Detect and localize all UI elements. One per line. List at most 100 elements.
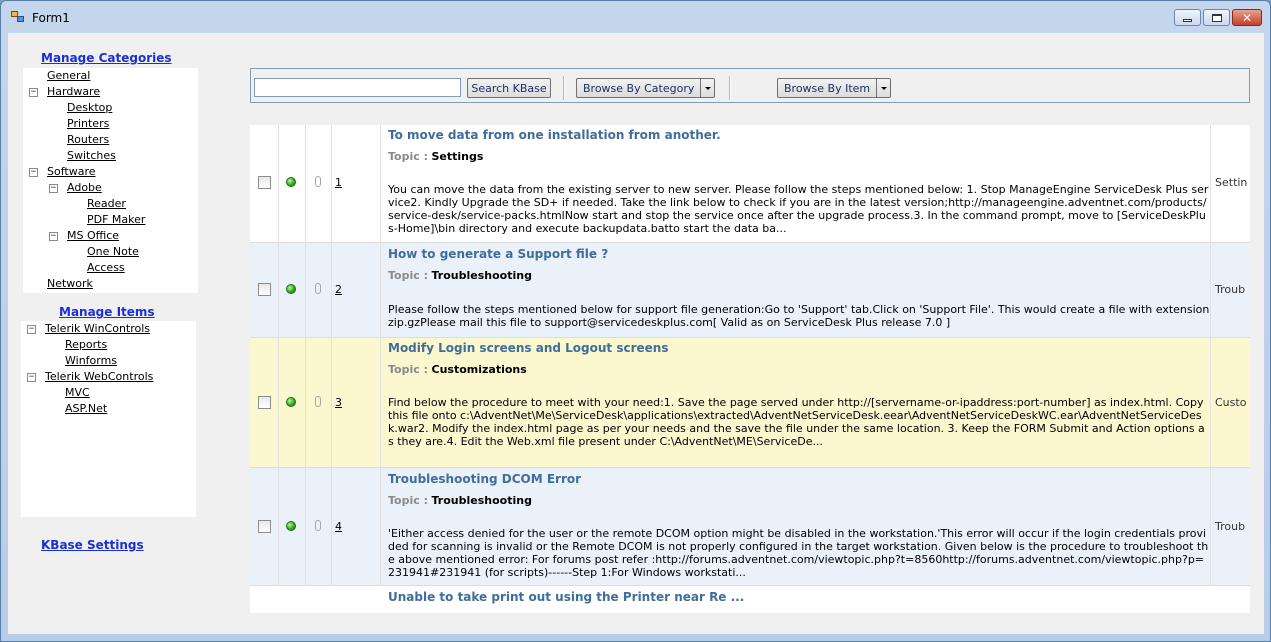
tree-node-general: General: [47, 69, 90, 85]
tree-label-general[interactable]: General: [47, 69, 90, 82]
tree-label-reader[interactable]: Reader: [87, 197, 126, 210]
article-title[interactable]: To move data from one installation from …: [388, 128, 721, 142]
window-controls: ✕: [1174, 9, 1262, 26]
row-checkbox[interactable]: [258, 520, 271, 533]
topic-label: Topic :: [388, 494, 428, 507]
item-tree: − Telerik WinControls Reports Winforms −…: [21, 321, 196, 517]
tree-label-telerik-webcontrols[interactable]: Telerik WebControls: [45, 370, 153, 383]
table-row[interactable]: 1 To move data from one installation fro…: [250, 125, 1250, 243]
tree-label-telerik-wincontrols[interactable]: Telerik WinControls: [45, 322, 150, 335]
minimize-button[interactable]: [1174, 9, 1201, 26]
browse-by-item-dropdown[interactable]: Browse By Item: [777, 78, 892, 98]
status-icon: [286, 521, 296, 531]
tree-label-routers[interactable]: Routers: [67, 133, 109, 146]
browse-by-category-dropdown[interactable]: Browse By Category: [576, 78, 716, 98]
category-tree: General − Hardware Desktop Printers Rout…: [23, 68, 198, 293]
attachment-icon[interactable]: [315, 520, 321, 531]
tree-node-pdf-maker: PDF Maker: [87, 213, 145, 229]
article-title[interactable]: How to generate a Support file ?: [388, 247, 608, 261]
article-number-link[interactable]: 1: [335, 176, 342, 189]
table-row[interactable]: 4 Troubleshooting DCOM Error Topic : Tro…: [250, 468, 1250, 586]
browse-by-category-arrow[interactable]: [701, 78, 716, 98]
tree-label-desktop[interactable]: Desktop: [67, 101, 112, 114]
expand-collapse-icon[interactable]: −: [49, 232, 58, 241]
article-title[interactable]: Unable to take print out using the Print…: [388, 590, 744, 604]
attachment-icon[interactable]: [315, 396, 321, 407]
tree-label-switches[interactable]: Switches: [67, 149, 116, 162]
article-number-link[interactable]: 4: [335, 520, 342, 533]
tree-label-aspnet[interactable]: ASP.Net: [65, 402, 107, 415]
table-row[interactable]: Unable to take print out using the Print…: [250, 586, 1250, 613]
search-kbase-button[interactable]: Search KBase: [467, 78, 551, 98]
close-button[interactable]: ✕: [1232, 9, 1262, 26]
search-input[interactable]: [254, 78, 461, 97]
maximize-icon: [1211, 13, 1222, 22]
kbase-article-grid: 1 To move data from one installation fro…: [250, 125, 1250, 613]
tree-node-ms-office: MS Office: [67, 229, 119, 245]
tree-label-software[interactable]: Software: [47, 165, 96, 178]
browse-by-item-button[interactable]: Browse By Item: [777, 78, 878, 98]
row-checkbox[interactable]: [258, 283, 271, 296]
close-icon: ✕: [1241, 10, 1253, 25]
tree-node-mvc: MVC: [65, 386, 90, 402]
tree-label-mvc[interactable]: MVC: [65, 386, 90, 399]
tree-label-network[interactable]: Network: [47, 277, 93, 290]
tree-label-adobe[interactable]: Adobe: [67, 181, 102, 194]
topic-value: Settings: [431, 150, 484, 163]
maximize-button[interactable]: [1203, 9, 1230, 26]
row-checkbox[interactable]: [258, 396, 271, 409]
tree-node-aspnet: ASP.Net: [65, 402, 107, 418]
expand-collapse-icon[interactable]: −: [27, 373, 36, 382]
dropdown-arrow-icon: [704, 86, 711, 90]
article-number-link[interactable]: 3: [335, 396, 342, 409]
manage-categories-link[interactable]: Manage Categories: [41, 51, 172, 65]
tree-label-one-note[interactable]: One Note: [87, 245, 139, 258]
status-icon: [286, 397, 296, 407]
row-checkbox[interactable]: [258, 176, 271, 189]
search-toolbar: Search KBase Browse By Category Browse B…: [250, 68, 1250, 103]
title-bar[interactable]: Form1 ✕: [1, 1, 1270, 33]
browse-by-item-arrow[interactable]: [877, 78, 892, 98]
article-topic: Topic : Troubleshooting: [388, 494, 532, 507]
article-title[interactable]: Troubleshooting DCOM Error: [388, 472, 581, 486]
topic-value: Troubleshooting: [431, 494, 532, 507]
tree-node-access: Access: [87, 261, 125, 277]
tree-label-printers[interactable]: Printers: [67, 117, 109, 130]
tree-label-winforms[interactable]: Winforms: [65, 354, 117, 367]
article-description: 'Either access denied for the user or th…: [388, 527, 1209, 579]
app-icon: [11, 11, 25, 23]
topic-value: Customizations: [431, 363, 527, 376]
manage-items-link[interactable]: Manage Items: [59, 305, 155, 319]
table-row[interactable]: 3 Modify Login screens and Logout screen…: [250, 338, 1250, 468]
kbase-settings-link[interactable]: KBase Settings: [41, 538, 144, 552]
tree-node-network: Network: [47, 277, 93, 293]
expand-collapse-icon[interactable]: −: [29, 168, 38, 177]
category-cell-text: Custo: [1215, 396, 1247, 409]
tree-node-software: Software: [47, 165, 96, 181]
expand-collapse-icon[interactable]: −: [27, 325, 36, 334]
category-cell-text: Troub: [1215, 283, 1246, 296]
article-topic: Topic : Customizations: [388, 363, 527, 376]
tree-node-one-note: One Note: [87, 245, 139, 261]
browse-by-category-button[interactable]: Browse By Category: [576, 78, 702, 98]
tree-label-ms-office[interactable]: MS Office: [67, 229, 119, 242]
category-cell-text: Settin: [1215, 176, 1248, 189]
tree-label-pdf-maker[interactable]: PDF Maker: [87, 213, 145, 226]
expand-collapse-icon[interactable]: −: [29, 88, 38, 97]
window-title: Form1: [32, 11, 70, 25]
tree-node-winforms: Winforms: [65, 354, 117, 370]
tree-label-hardware[interactable]: Hardware: [47, 85, 100, 98]
attachment-icon[interactable]: [315, 283, 321, 294]
tree-node-hardware: Hardware: [47, 85, 100, 101]
tree-label-access[interactable]: Access: [87, 261, 125, 274]
article-description: You can move the data from the existing …: [388, 183, 1209, 235]
tree-node-reports: Reports: [65, 338, 107, 354]
article-number-link[interactable]: 2: [335, 283, 342, 296]
tree-label-reports[interactable]: Reports: [65, 338, 107, 351]
article-title[interactable]: Modify Login screens and Logout screens: [388, 341, 668, 355]
table-row[interactable]: 2 How to generate a Support file ? Topic…: [250, 243, 1250, 338]
article-description: Find below the procedure to meet with yo…: [388, 396, 1205, 448]
expand-collapse-icon[interactable]: −: [49, 184, 58, 193]
article-description: Please follow the steps mentioned below …: [388, 303, 1210, 329]
attachment-icon[interactable]: [315, 176, 321, 187]
